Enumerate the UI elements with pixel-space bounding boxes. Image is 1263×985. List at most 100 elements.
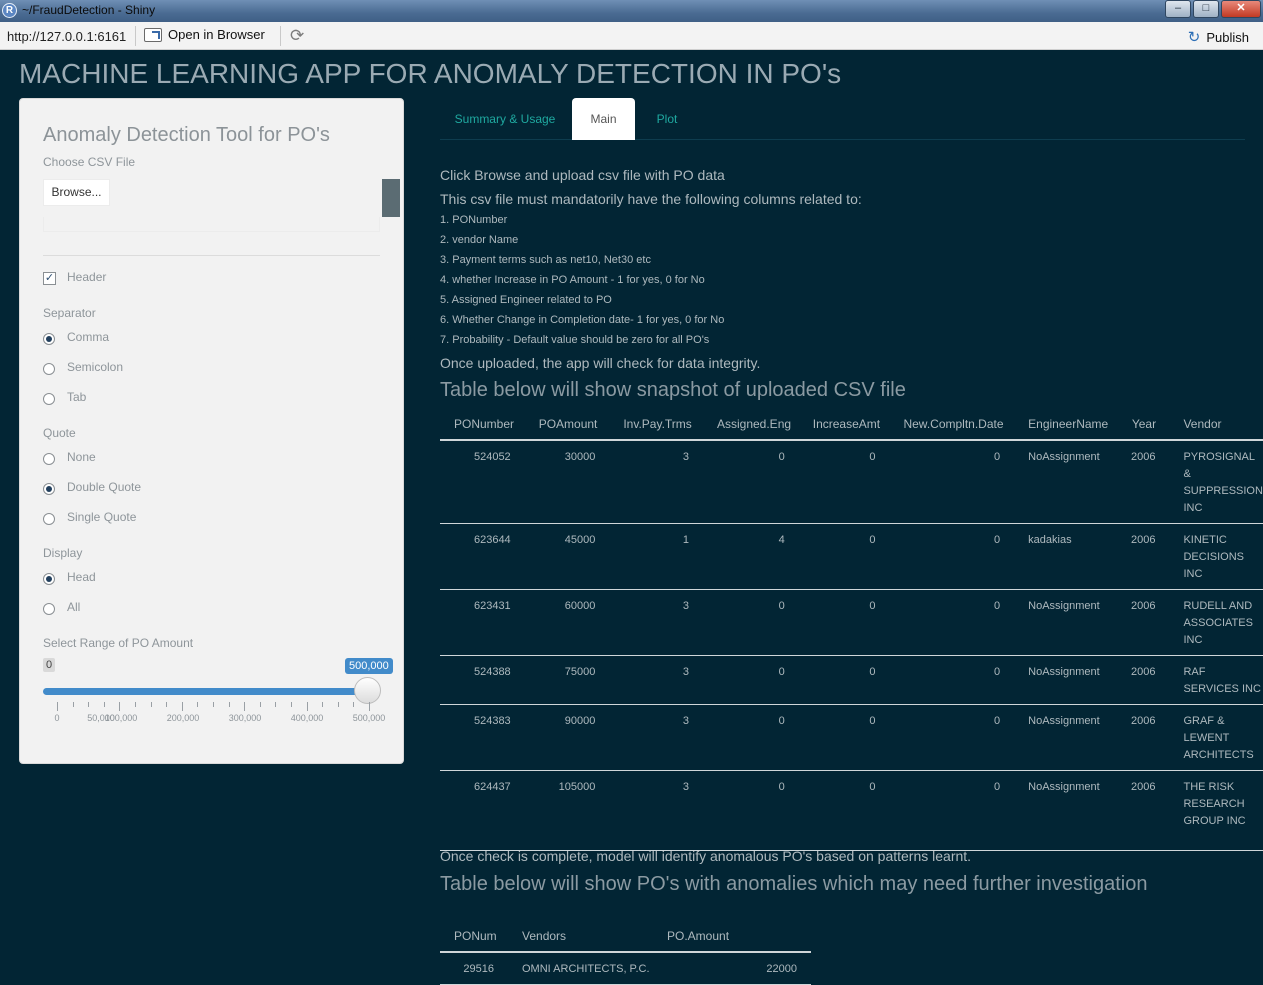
- slider-tick: [337, 702, 339, 707]
- table-cell: 0: [798, 770, 890, 851]
- table-cell: 22000: [653, 952, 811, 985]
- table-cell: 623644: [440, 523, 525, 590]
- separator-radio-semicolon[interactable]: [43, 363, 55, 375]
- table-cell: 0: [798, 440, 890, 524]
- column-requirement: 4. whether Increase in PO Amount - 1 for…: [440, 274, 705, 286]
- table-cell: 3: [609, 655, 703, 705]
- table-cell: 0: [889, 523, 1015, 590]
- toolbar-divider: [135, 26, 136, 46]
- open-in-browser-button[interactable]: Open in Browser: [144, 27, 265, 42]
- table-cell: 0: [798, 589, 890, 656]
- tab-main[interactable]: Main: [572, 98, 635, 140]
- table-cell: OMNI ARCHITECTS, P.C.: [508, 952, 653, 985]
- column-header[interactable]: Inv.Pay.Trms: [609, 408, 703, 441]
- table-cell: 624437: [440, 770, 525, 851]
- file-name-field[interactable]: [43, 217, 380, 232]
- display-radio-head[interactable]: [43, 573, 55, 585]
- separator-radio-comma[interactable]: [43, 333, 55, 345]
- tab-summary-usage[interactable]: Summary & Usage: [450, 98, 560, 140]
- table-cell: 3: [609, 589, 703, 656]
- column-header[interactable]: New.Compltn.Date: [889, 408, 1015, 441]
- table-cell: PYROSIGNAL & SUPPRESSION INC: [1169, 440, 1263, 524]
- column-header[interactable]: PONum: [440, 920, 508, 953]
- slider-max-value: 500,000: [345, 658, 393, 674]
- slider-tick: [244, 702, 246, 711]
- table-row: 524052 30000 3 0 0 0 NoAssignment 2006 PYROSIGNA…: [440, 440, 1263, 524]
- column-header[interactable]: Vendor: [1169, 408, 1263, 441]
- window-titlebar: R ~/FraudDetection - Shiny – □ ✕: [0, 0, 1263, 22]
- column-header[interactable]: EngineerName: [1014, 408, 1118, 441]
- table-cell: THE RISK RESEARCH GROUP INC: [1169, 770, 1263, 851]
- publish-button[interactable]: ↻ Publish: [1188, 28, 1249, 46]
- slider-tick: [228, 702, 230, 707]
- quote-radio-single[interactable]: [43, 513, 55, 525]
- slider-tick: [181, 702, 183, 711]
- column-header[interactable]: PONumber: [440, 408, 525, 441]
- open-external-icon: [144, 27, 162, 42]
- separator-radio-tab[interactable]: [43, 393, 55, 405]
- separator-option-label: Tab: [67, 390, 87, 404]
- header-checkbox[interactable]: ✓: [43, 272, 56, 285]
- intro-text: Once uploaded, the app will check for da…: [440, 355, 761, 371]
- maximize-button[interactable]: □: [1193, 0, 1219, 18]
- tab-plot[interactable]: Plot: [646, 98, 688, 140]
- table-cell: 4: [702, 523, 799, 590]
- quote-option-label: Single Quote: [67, 510, 137, 524]
- table-cell: 105000: [524, 770, 610, 851]
- display-radio-all[interactable]: [43, 603, 55, 615]
- table-cell: 0: [798, 523, 890, 590]
- table-row: 524383 90000 3 0 0 0 NoAssignment 2006 GRAF & LE…: [440, 704, 1263, 771]
- slider-tick: [57, 702, 58, 711]
- slider-tick: [166, 702, 168, 707]
- table-cell: 2006: [1117, 704, 1170, 771]
- display-option-label: All: [67, 600, 81, 614]
- table-cell: 623431: [440, 589, 525, 656]
- table-cell: NoAssignment: [1014, 704, 1118, 771]
- slider-tick: [322, 702, 324, 707]
- quote-radio-none[interactable]: [43, 453, 55, 465]
- range-label: Select Range of PO Amount: [43, 636, 194, 650]
- browse-button[interactable]: Browse...: [43, 179, 110, 206]
- column-header[interactable]: Vendors: [508, 920, 653, 953]
- column-header[interactable]: POAmount: [524, 408, 610, 441]
- quote-radio-double[interactable]: [43, 483, 55, 495]
- table-cell: 0: [702, 770, 799, 851]
- table-cell: 524052: [440, 440, 525, 524]
- minimize-button[interactable]: –: [1165, 0, 1191, 18]
- slider-handle[interactable]: [354, 677, 381, 704]
- slider-tick: [213, 702, 214, 707]
- column-header[interactable]: IncreaseAmt: [798, 408, 890, 441]
- column-requirement: 1. PONumber: [440, 214, 508, 226]
- table-cell: RAF SERVICES INC: [1169, 655, 1263, 705]
- url-text: http://127.0.0.1:6161: [7, 29, 127, 44]
- table-cell: 45000: [524, 523, 610, 590]
- table-cell: 2006: [1117, 440, 1170, 524]
- table-row: 624437 105000 3 0 0 0 NoAssignment 2006 THE RISK…: [440, 770, 1263, 851]
- slider-track[interactable]: [43, 688, 368, 695]
- slider-tick: [369, 702, 370, 711]
- table-cell: NoAssignment: [1014, 655, 1118, 705]
- slider-tick: [306, 702, 308, 711]
- column-header[interactable]: PO.Amount: [653, 920, 811, 953]
- table-cell: 0: [702, 655, 799, 705]
- column-header[interactable]: Assigned.Eng: [702, 408, 799, 441]
- refresh-icon[interactable]: ⟳: [290, 26, 304, 46]
- publish-icon: ↻: [1187, 29, 1201, 46]
- table-cell: 0: [798, 704, 890, 771]
- slider-tick: [275, 702, 277, 707]
- file-scrollbar[interactable]: [382, 179, 400, 217]
- slider-tick: [72, 702, 74, 707]
- table-cell: NoAssignment: [1014, 589, 1118, 656]
- table-cell: 0: [889, 770, 1015, 851]
- table-cell: NoAssignment: [1014, 440, 1118, 524]
- table-cell: 0: [889, 655, 1015, 705]
- table-row: 524388 75000 3 0 0 0 NoAssignment 2006 RAF SERVI…: [440, 655, 1263, 705]
- separator-option-label: Semicolon: [67, 360, 124, 374]
- table-cell: 524388: [440, 655, 525, 705]
- column-header[interactable]: Year: [1117, 408, 1170, 441]
- display-label: Display: [43, 546, 83, 560]
- toolbar-divider: [280, 26, 281, 46]
- page-title: MACHINE LEARNING APP FOR ANOMALY DETECTI…: [19, 58, 842, 89]
- intro-text: This csv file must mandatorily have the …: [440, 191, 862, 207]
- close-button[interactable]: ✕: [1221, 0, 1261, 18]
